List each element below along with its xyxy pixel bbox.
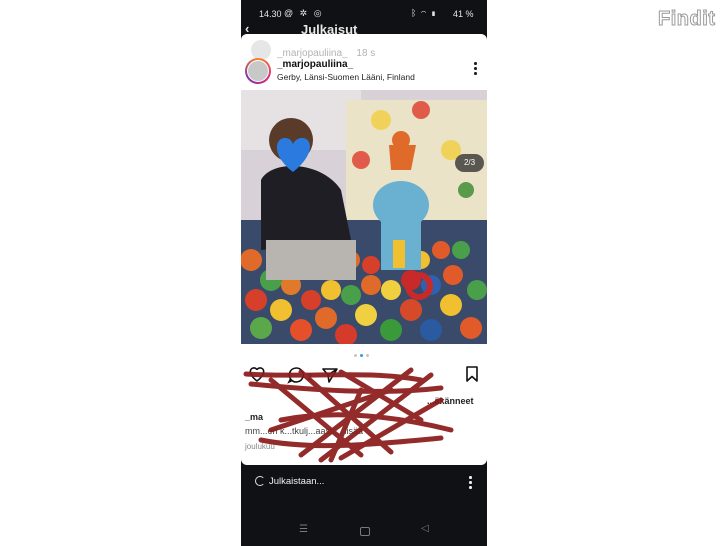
instagram-icon: ◎	[313, 8, 324, 18]
status-time: 14.30	[259, 9, 282, 19]
back-icon[interactable]: ◁	[421, 523, 429, 534]
settings-icon: ✲	[299, 8, 310, 18]
ghost-time: 18 s	[356, 48, 376, 59]
signal-icon: ▮	[430, 8, 438, 18]
post-username[interactable]: _marjopauliina_	[277, 59, 353, 70]
post-photo[interactable]: 2/3	[241, 90, 487, 344]
carousel-dot	[354, 354, 357, 357]
threads-icon: @	[284, 8, 296, 18]
post-location[interactable]: Gerby, Länsi-Suomen Lääni, Finland	[277, 72, 415, 82]
loading-spinner-icon	[255, 476, 265, 486]
avatar-image	[247, 60, 269, 82]
system-icons: ᛒ ◠ ▮	[411, 8, 437, 18]
redaction-scribble	[243, 367, 454, 463]
publishing-bar: Julkaistaan...	[241, 468, 487, 496]
publishing-status: Julkaistaan...	[269, 476, 325, 487]
post-card: _marjopauliina_ 18 s _marjopauliina_ Ger…	[241, 34, 487, 465]
ghost-user-line: _marjopauliina_ 18 s	[277, 48, 375, 59]
ghost-avatar	[251, 40, 271, 60]
carousel-dot	[366, 354, 369, 357]
publishing-more-icon[interactable]	[468, 476, 472, 490]
more-options-icon[interactable]	[473, 62, 477, 76]
avatar[interactable]	[245, 58, 271, 84]
carousel-indicator	[354, 354, 374, 358]
battery-level: 41 %	[453, 9, 474, 19]
wifi-icon: ◠	[420, 8, 428, 18]
findit-logo: Findit	[657, 8, 716, 31]
system-nav-bar: ☰ ◁	[241, 518, 487, 546]
carousel-dot-active	[360, 354, 363, 357]
photo-counter: 2/3	[455, 154, 484, 172]
ball-pit-photo	[241, 90, 487, 344]
home-icon[interactable]	[360, 527, 370, 536]
ghost-username: _marjopauliina_	[277, 48, 348, 59]
recent-apps-icon[interactable]: ☰	[299, 524, 308, 535]
bluetooth-icon: ᛒ	[411, 8, 418, 18]
phone-screen: 14.30 @ ✲ ◎ ᛒ ◠ ▮ 41 % ‹ Julkaisut _marj…	[241, 0, 487, 546]
notification-icons: @ ✲ ◎	[284, 8, 324, 19]
